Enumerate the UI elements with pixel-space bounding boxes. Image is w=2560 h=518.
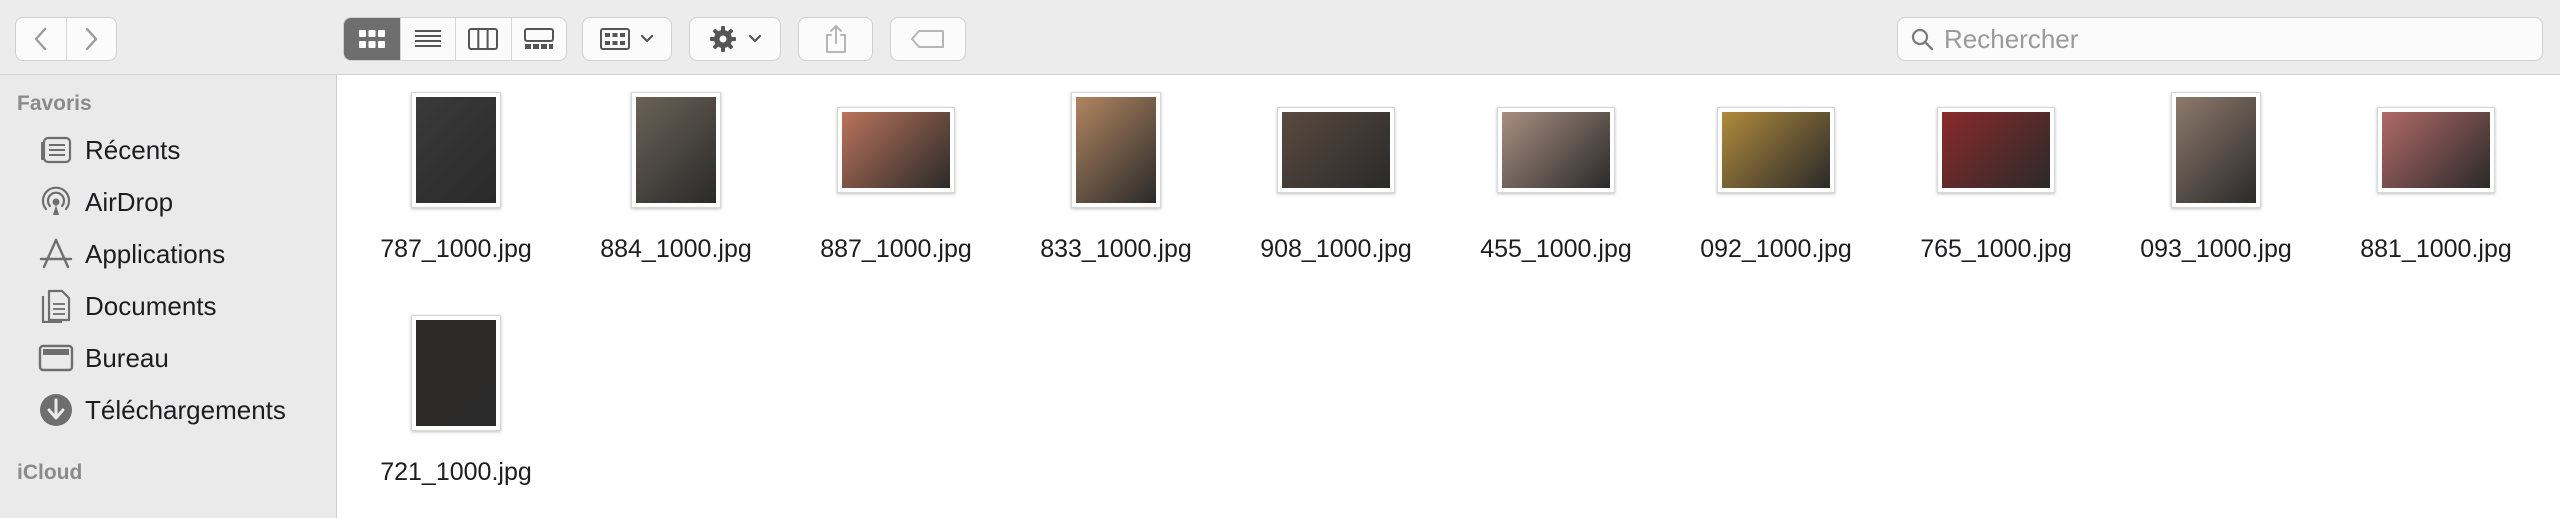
sidebar-item-label: Applications [85,238,226,269]
tag-icon [911,30,944,48]
chevron-left-icon [34,27,46,51]
file-name: 908_1000.jpg [1260,235,1412,263]
image-thumbnail [1717,107,1835,193]
forward-button[interactable] [65,18,117,60]
back-button[interactable] [16,18,66,60]
download-icon [36,390,76,430]
file-name: 092_1000.jpg [1700,235,1852,263]
chevron-down-icon [640,34,654,43]
sidebar-item-label: Documents [85,290,217,321]
search-icon [1910,27,1934,51]
image-thumbnail [1937,107,2055,193]
gallery-view-button[interactable] [510,18,567,60]
file-item[interactable]: 908_1000.jpg [1231,75,1441,265]
file-name: 833_1000.jpg [1040,235,1192,263]
list-view-button[interactable] [399,18,456,60]
sidebar: Favoris Récents AirDrop Applications Doc… [0,75,337,518]
image-thumbnail [1497,107,1615,193]
file-item[interactable]: 884_1000.jpg [571,75,781,265]
file-item[interactable]: 721_1000.jpg [351,298,561,488]
share-button[interactable] [798,17,873,61]
sidebar-item-label: AirDrop [85,186,174,217]
chevron-down-icon [748,34,762,43]
sidebar-item-desktop[interactable]: Bureau [36,338,169,378]
image-thumbnail [837,107,955,193]
gallery-view-icon [523,28,554,49]
navigation-buttons [15,17,117,61]
search-field[interactable]: Rechercher [1897,17,2543,61]
image-thumbnail [631,92,721,208]
sidebar-item-airdrop[interactable]: AirDrop [36,182,173,222]
file-item[interactable]: 765_1000.jpg [1891,75,2101,265]
favorites-header: Favoris [17,92,92,115]
column-view-button[interactable] [455,18,511,60]
gear-icon [710,26,736,52]
file-name: 884_1000.jpg [600,235,752,263]
share-icon [825,25,846,53]
image-thumbnail [1071,92,1161,208]
sidebar-item-downloads[interactable]: Téléchargements [36,390,286,430]
icon-view-button[interactable] [344,18,400,60]
applications-icon [36,234,76,274]
file-name: 721_1000.jpg [380,458,532,486]
view-mode-control [343,17,567,61]
file-name: 093_1000.jpg [2140,235,2292,263]
sidebar-item-recents[interactable]: Récents [36,130,180,170]
airdrop-icon [36,182,76,222]
file-item[interactable]: 092_1000.jpg [1671,75,1881,265]
file-name: 881_1000.jpg [2360,235,2512,263]
image-thumbnail [2377,107,2495,193]
file-name: 787_1000.jpg [380,235,532,263]
image-thumbnail [1277,107,1395,193]
tag-button[interactable] [890,17,966,61]
document-icon [36,286,76,326]
sidebar-item-documents[interactable]: Documents [36,286,217,326]
group-by-button[interactable] [582,17,672,61]
image-thumbnail [2171,92,2261,208]
icon-view-icon [358,30,385,48]
sidebar-item-applications[interactable]: Applications [36,234,225,274]
group-grid-icon [600,28,630,50]
image-thumbnail [411,315,501,431]
sidebar-item-label: Récents [85,134,181,165]
file-name: 887_1000.jpg [820,235,972,263]
file-item[interactable]: 787_1000.jpg [351,75,561,265]
desktop-icon [36,338,76,378]
sidebar-item-label: Téléchargements [85,394,286,425]
search-placeholder: Rechercher [1944,23,2079,54]
file-name: 765_1000.jpg [1920,235,2072,263]
file-grid: 787_1000.jpg 884_1000.jpg 887_1000.jpg 8… [337,75,2560,518]
column-view-icon [468,28,499,50]
file-item[interactable]: 887_1000.jpg [791,75,1001,265]
file-item[interactable]: 093_1000.jpg [2111,75,2321,265]
icloud-header: iCloud [17,461,83,484]
file-item[interactable]: 833_1000.jpg [1011,75,1221,265]
chevron-right-icon [86,27,98,51]
toolbar: Rechercher [0,0,2560,75]
file-item[interactable]: 881_1000.jpg [2331,75,2541,265]
action-menu-button[interactable] [689,17,781,61]
image-thumbnail [411,92,501,208]
file-name: 455_1000.jpg [1480,235,1632,263]
file-item[interactable]: 455_1000.jpg [1451,75,1661,265]
list-view-icon [414,30,441,47]
sidebar-item-label: Bureau [85,342,169,373]
clock-icon [36,130,76,170]
